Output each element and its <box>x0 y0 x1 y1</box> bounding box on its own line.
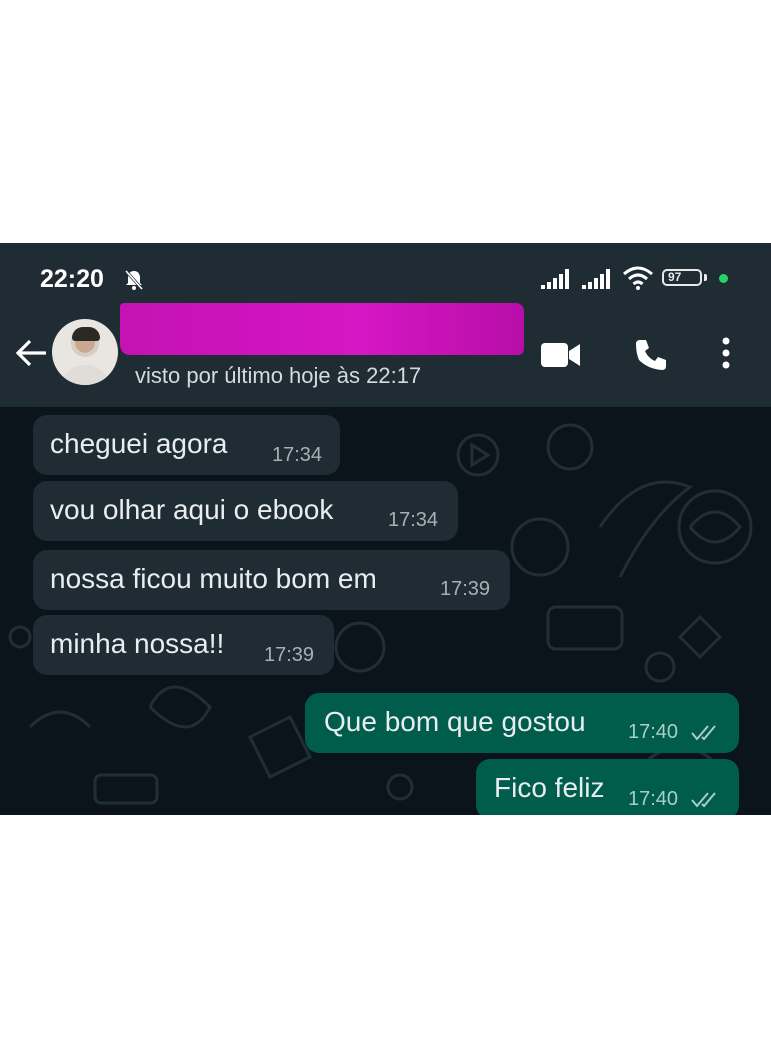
avatar-shirt <box>60 365 110 385</box>
battery-tip <box>704 274 707 281</box>
last-seen-status: visto por último hoje às 22:17 <box>135 363 422 388</box>
outgoing-message-bubble[interactable]: Que bom que gostou 17:40 <box>305 693 739 753</box>
message-time: 17:39 <box>440 578 491 600</box>
voice-call-icon[interactable] <box>634 338 668 372</box>
signal-icon <box>582 269 610 289</box>
message-text: minha nossa!! <box>50 628 225 659</box>
mute-notification-icon <box>124 270 144 290</box>
message-text: Que bom que gostou <box>324 706 586 737</box>
avatar-hair <box>72 327 100 341</box>
message-time: 17:39 <box>264 644 315 666</box>
battery-level: 97 <box>668 270 682 284</box>
online-indicator-dot <box>719 274 728 283</box>
battery-icon: 97 <box>662 269 702 286</box>
message-text: Fico feliz <box>494 772 605 803</box>
wifi-icon <box>623 266 653 290</box>
read-receipt-double-check-icon <box>691 792 716 808</box>
incoming-message-bubble[interactable]: vou olhar aqui o ebook 17:34 <box>33 481 458 541</box>
whatsapp-chat-screen: 22:20 97 visto por último hoje às 22:17 … <box>0 243 771 815</box>
message-text: cheguei agora <box>50 428 228 459</box>
message-time: 17:40 <box>628 788 679 810</box>
incoming-message-bubble[interactable]: nossa ficou muito bom em 17:39 <box>33 550 510 610</box>
incoming-message-bubble[interactable]: cheguei agora 17:34 <box>33 415 340 475</box>
contact-avatar[interactable] <box>52 319 118 385</box>
chat-header: 22:20 97 visto por último hoje às 22:17 <box>0 243 771 407</box>
signal-icon <box>541 269 569 289</box>
message-text: nossa ficou muito bom em <box>50 563 377 594</box>
message-time: 17:40 <box>628 721 679 743</box>
outgoing-message-bubble[interactable]: Fico feliz 17:40 <box>476 759 739 815</box>
back-arrow-icon[interactable] <box>14 338 48 368</box>
more-options-icon[interactable] <box>720 336 732 370</box>
read-receipt-double-check-icon <box>691 725 716 741</box>
message-list[interactable]: cheguei agora 17:34 vou olhar aqui o ebo… <box>0 407 771 815</box>
video-call-icon[interactable] <box>541 342 581 368</box>
incoming-message-bubble[interactable]: minha nossa!! 17:39 <box>33 615 334 675</box>
message-text: vou olhar aqui o ebook <box>50 494 334 525</box>
status-bar-time: 22:20 <box>40 265 104 293</box>
redacted-contact-name[interactable] <box>120 303 524 355</box>
message-time: 17:34 <box>388 509 439 531</box>
message-time: 17:34 <box>272 444 323 466</box>
